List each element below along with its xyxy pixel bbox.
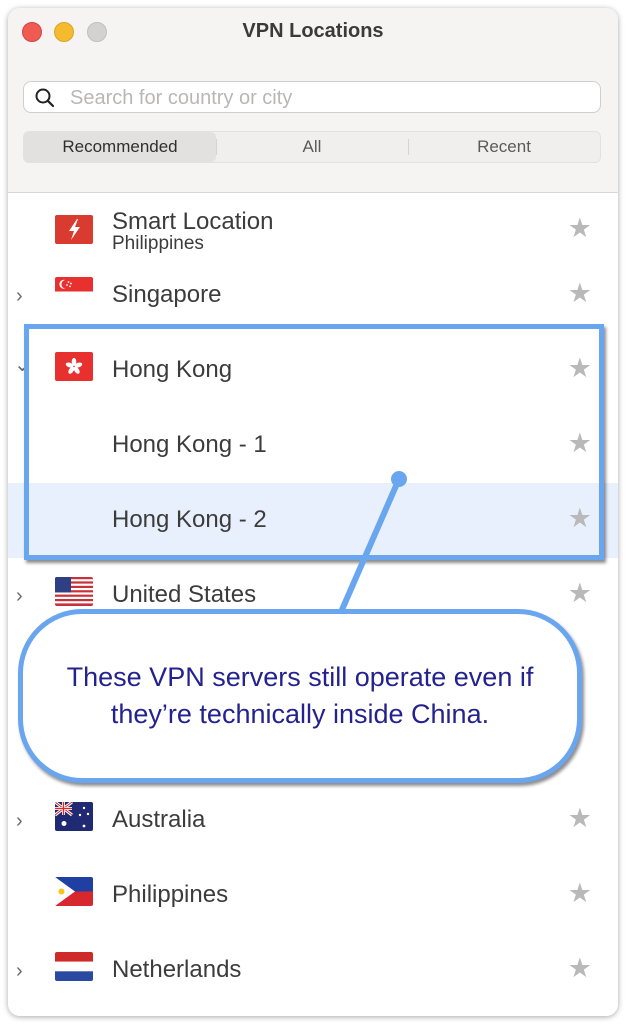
- callout-pointer: [338, 471, 407, 615]
- annotation-callout: These VPN servers still operate even if …: [18, 609, 582, 783]
- annotation-text: These VPN servers still operate even if …: [66, 662, 534, 729]
